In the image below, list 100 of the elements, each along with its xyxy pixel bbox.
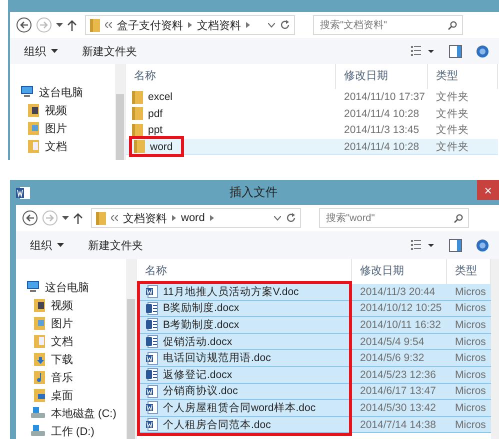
close-button[interactable]: ×	[477, 180, 499, 200]
sidebar-item[interactable]: 这台电脑	[45, 280, 89, 294]
modified-date: 2014/6/17 13:47	[352, 384, 447, 400]
modified-date: 2014/11/3 20:44	[352, 284, 447, 301]
back-icon[interactable]	[22, 210, 38, 226]
search-field[interactable]: 搜索"文档资料"	[313, 15, 463, 35]
file-name[interactable]: 电话回访规范用语.doc	[163, 351, 271, 366]
folder-icon	[132, 90, 143, 104]
scrollbar[interactable]	[115, 64, 125, 160]
back-icon[interactable]	[16, 17, 32, 33]
file-name[interactable]: B奖励制度.docx	[163, 301, 240, 316]
modified-date: 2014/7/14 14:38	[352, 416, 447, 434]
computer-icon	[26, 281, 40, 293]
folder-icon	[132, 124, 143, 137]
file-name-cell[interactable]: pdf	[126, 106, 336, 122]
file-name-cell[interactable]: 个人租房合同范本.doc	[140, 416, 349, 434]
file-name-cell[interactable]: word	[126, 138, 336, 156]
sidebar-item[interactable]: 本地磁盘 (C:)	[51, 406, 116, 420]
sidebar-item[interactable]: 视频	[45, 102, 67, 118]
file-name[interactable]: word	[150, 140, 173, 153]
file-name[interactable]: 返修登记.docx	[163, 368, 232, 382]
file-name[interactable]: pdf	[148, 108, 163, 120]
address-bar[interactable]: 文档资料 word	[91, 208, 301, 228]
column-header[interactable]: 名称	[126, 64, 336, 89]
preview-pane-icon[interactable]	[449, 238, 462, 252]
sidebar-item[interactable]: 这台电脑	[39, 84, 83, 100]
scrollbar-thumb[interactable]	[127, 299, 135, 439]
refresh-icon[interactable]	[286, 213, 296, 223]
file-name-cell[interactable]: B考勤制度.docx	[140, 317, 349, 334]
file-name-cell[interactable]: 电话回访规范用语.doc	[140, 350, 349, 367]
sidebar-item[interactable]: 文档	[45, 138, 67, 154]
sidebar-item[interactable]: 音乐	[51, 370, 73, 384]
breadcrumb[interactable]: word	[181, 212, 205, 224]
column-header[interactable]: 类型	[428, 64, 498, 89]
address-bar[interactable]: 盒子支付资料 文档资料	[85, 15, 295, 35]
file-name-cell[interactable]: ppt	[126, 122, 336, 139]
pictures-folder-icon	[34, 316, 46, 330]
word-document-icon	[146, 318, 158, 332]
sidebar-item[interactable]: 图片	[45, 120, 67, 136]
file-name-cell[interactable]: B奖励制度.docx	[140, 300, 349, 318]
word-document-icon	[146, 335, 158, 348]
chevron-icon[interactable]	[210, 215, 214, 221]
view-list-icon[interactable]	[411, 46, 435, 56]
sidebar-item[interactable]: 文档	[51, 334, 73, 348]
breadcrumb[interactable]: 文档资料	[197, 18, 241, 32]
file-name[interactable]: 个人房屋租赁合同word样本.doc	[163, 400, 316, 415]
chevron-icon[interactable]	[246, 22, 250, 28]
sidebar-item[interactable]: 桌面	[51, 388, 73, 402]
file-type: Micros	[447, 416, 491, 434]
chevron-icon[interactable]	[172, 215, 176, 221]
file-name-cell[interactable]: 返修登记.docx	[140, 366, 349, 384]
chevron-icon[interactable]	[188, 22, 192, 28]
file-name[interactable]: 分销商协议.doc	[163, 384, 238, 398]
refresh-icon[interactable]	[280, 20, 290, 30]
file-name-cell[interactable]: 个人房屋租赁合同word样本.doc	[140, 400, 349, 417]
organize-button[interactable]: 组织	[30, 238, 64, 252]
video-folder-icon	[28, 103, 40, 117]
file-name[interactable]: 11月地推人员活动方案V.doc	[163, 284, 299, 299]
sidebar-item[interactable]: 下载	[51, 352, 73, 366]
up-arrow-icon[interactable]	[73, 212, 83, 224]
scrollbar[interactable]	[126, 259, 136, 439]
file-name-cell[interactable]: 促销活动.docx	[140, 334, 349, 350]
sidebar-item[interactable]: 工作 (D:)	[51, 424, 94, 438]
file-name[interactable]: excel	[148, 91, 173, 104]
dropdown-caret-icon[interactable]	[274, 216, 281, 220]
dropdown-caret-icon[interactable]	[56, 23, 63, 27]
file-name[interactable]: B考勤制度.docx	[163, 318, 240, 332]
file-name[interactable]: ppt	[148, 124, 163, 136]
scrollbar-thumb[interactable]	[116, 94, 124, 160]
scrollbar[interactable]	[491, 259, 499, 439]
help-icon[interactable]	[476, 44, 489, 58]
preview-pane-icon[interactable]	[449, 44, 462, 58]
word-document-icon	[146, 302, 158, 315]
file-name-cell[interactable]: 分销商协议.doc	[140, 384, 349, 400]
file-type: Micros	[447, 400, 491, 417]
help-icon[interactable]	[476, 238, 489, 252]
breadcrumb[interactable]: 盒子支付资料	[117, 18, 183, 32]
column-header[interactable]: 修改日期	[336, 64, 428, 89]
breadcrumb[interactable]: 文档资料	[123, 210, 167, 226]
dropdown-caret-icon[interactable]	[268, 22, 275, 28]
search-field[interactable]: 搜索"word"	[319, 208, 469, 228]
file-type: Micros	[447, 384, 491, 400]
video-folder-icon	[34, 298, 46, 312]
file-type: Micros	[447, 334, 491, 350]
organize-button[interactable]: 组织	[24, 44, 58, 58]
file-name-cell[interactable]: excel	[126, 89, 336, 106]
view-list-icon[interactable]	[411, 240, 435, 250]
new-folder-button[interactable]: 新建文件夹	[82, 44, 137, 58]
file-name-cell[interactable]: 11月地推人员活动方案V.doc	[140, 284, 349, 301]
dropdown-caret-icon[interactable]	[62, 216, 69, 220]
word-document-icon	[146, 285, 158, 298]
modified-date: 2014/11/4 10:28	[343, 106, 420, 122]
music-folder-icon	[34, 370, 46, 384]
sidebar-item[interactable]: 图片	[51, 316, 73, 330]
file-name[interactable]: 个人租房合同范本.doc	[163, 418, 271, 432]
file-name[interactable]: 促销活动.docx	[163, 334, 232, 349]
new-folder-button[interactable]: 新建文件夹	[88, 238, 143, 252]
up-arrow-icon[interactable]	[67, 19, 77, 31]
double-chevron-icon	[105, 22, 112, 28]
sidebar-item[interactable]: 视频	[51, 298, 73, 312]
